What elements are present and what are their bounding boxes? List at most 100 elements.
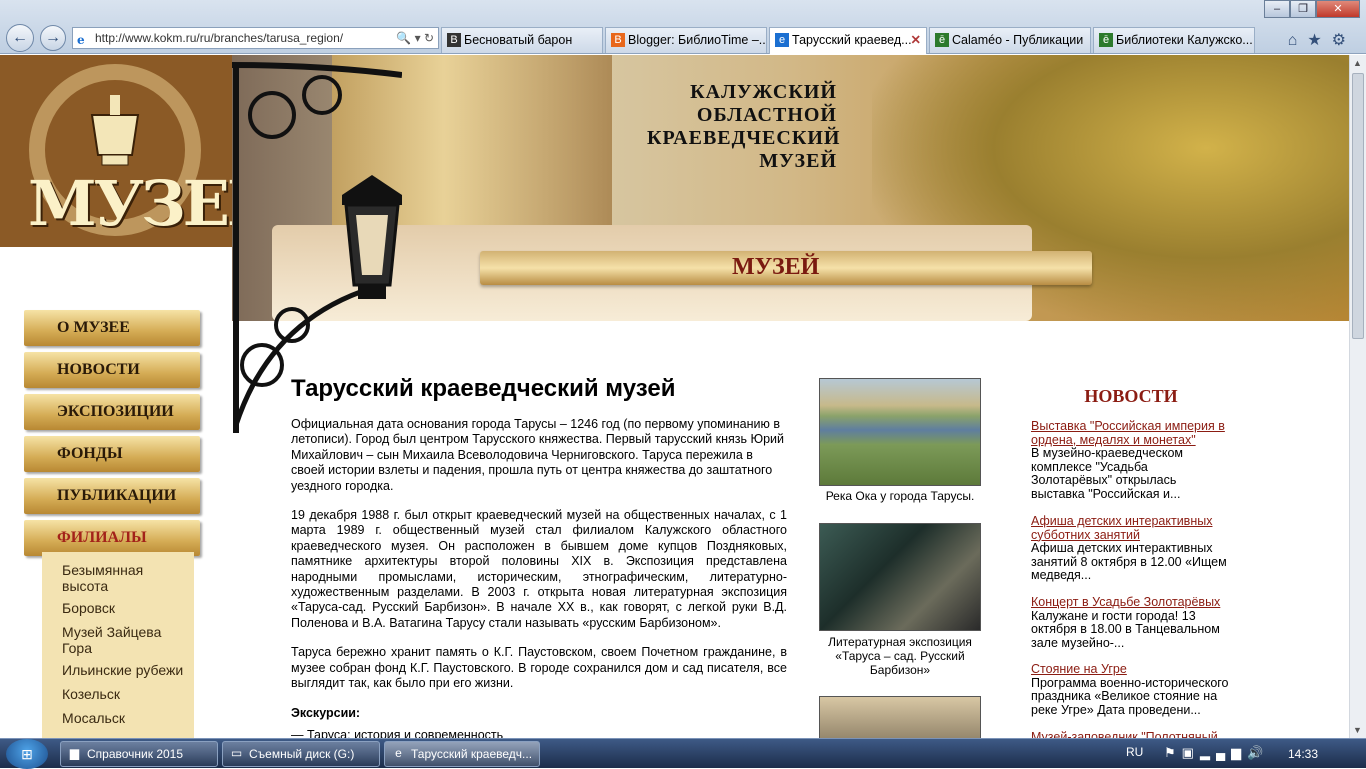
window-controls: – ❐ ✕ [1264,0,1360,18]
tab-favicon-icon: ē [1099,33,1113,47]
submenu-link[interactable]: Козельск [62,686,192,702]
taskbar: ⊞ ▆ Справочник 2015 ▭ Съемный диск (G:) e Тар… [0,738,1366,769]
device-icon[interactable]: ▣ [1182,745,1200,760]
news-title-link[interactable]: Афиша детских интерактивных субботних за… [1031,514,1231,542]
maximize-button[interactable]: ❐ [1290,0,1316,18]
nav-menu-item[interactable]: ЭКСПОЗИЦИИ [24,394,200,430]
browser-tab[interactable]: B Бесноватый барон [441,27,603,53]
news-item: Афиша детских интерактивных субботних за… [1031,514,1231,583]
paragraph: Таруса бережно хранит память о К.Г. Паус… [291,645,787,691]
tab-label: Тарусский краевед... [792,33,912,47]
photo-literary-exposition[interactable] [819,523,981,631]
network-signal-icon[interactable]: ▂▄▆ [1200,745,1247,760]
taskbar-button[interactable]: ▭ Съемный диск (G:) [222,741,380,767]
news-item: Музей-заповедник "Полотняный [1031,730,1231,738]
submenu-link[interactable]: Боровск [62,600,192,616]
submenu-panel: Безымянная высота Боровск Музей Зайцева Го… [42,552,194,738]
taskbar-app-icon: e [395,746,402,760]
tab-label: Бесноватый барон [464,33,573,47]
nav-menu-item[interactable]: НОВОСТИ [24,352,200,388]
tab-favicon-icon: e [775,33,789,47]
news-heading: НОВОСТИ [1084,386,1178,406]
news-excerpt: Калужане и гости города! 13 октября в 18… [1031,608,1220,650]
submenu-link[interactable]: Ильинские рубежи [62,662,192,678]
museum-logo[interactable]: МУЗЕЙ [0,55,285,247]
main-content: Тарусский краеведческий музей Официальна… [291,375,787,738]
browser-tab[interactable]: ē Библиотеки Калужско... [1093,27,1255,53]
start-button[interactable]: ⊞ [6,739,48,769]
browser-tab[interactable]: e Тарусский краевед... ✕ [769,27,927,54]
address-bar[interactable]: e http://www.kokm.ru/ru/branches/tarusa_… [72,27,439,49]
paragraph: Официальная дата основания города Тарусы… [291,417,784,493]
news-item: Стояние на Угре Программа военно-историче… [1031,662,1231,717]
flag-icon[interactable]: ⚑ [1164,745,1182,760]
news-excerpt: Афиша детских интерактивных занятий 8 ок… [1031,541,1227,583]
favorites-star-icon[interactable]: ★ [1307,32,1331,49]
scrollbar-thumb[interactable] [1352,73,1364,339]
volume-icon[interactable]: 🔊 [1247,745,1269,760]
browser-chrome: – ❐ ✕ ← → e http://www.kokm.ru/ru/branch… [0,0,1366,54]
news-item: Концерт в Усадьбе Золотарёвых Калужане и … [1031,595,1231,650]
taskbar-app-icon: ▭ [230,746,243,760]
browser-tab[interactable]: ē Calaméo - Публикации [929,27,1091,53]
browser-tab[interactable]: B Blogger: БиблиоTime –... [605,27,767,53]
ie-icon: e [77,33,85,47]
close-window-button[interactable]: ✕ [1316,0,1360,18]
ribbon-label: МУЗЕЙ [732,254,820,280]
vertical-scrollbar[interactable]: ▲ ▼ [1349,55,1366,738]
museum-name-line: КРАЕВЕДЧЕСКИЙ [647,127,841,149]
page-title: Тарусский краеведческий музей [291,375,676,402]
taskbar-label: Тарусский краеведч... [411,747,533,761]
address-url: http://www.kokm.ru/ru/branches/tarusa_re… [95,31,344,45]
taskbar-button[interactable]: ▆ Справочник 2015 [60,741,218,767]
museum-name-line: ОБЛАСТНОЙ [696,104,837,126]
photo-caption: Литературная экспозиция «Таруса – сад. Р… [828,635,972,677]
news-title-link[interactable]: Выставка "Российская империя в ордена, м… [1031,419,1231,447]
address-tools-icon[interactable]: 🔍 ▾ ↻ [396,28,434,48]
tab-favicon-icon: B [611,33,625,47]
scroll-down-icon[interactable]: ▼ [1353,725,1362,735]
scroll-up-icon[interactable]: ▲ [1353,58,1362,68]
back-arrow-icon: ← [12,29,28,46]
nav-menu-item[interactable]: ФИЛИАЛЫ [24,520,200,556]
home-icon[interactable]: ⌂ [1288,32,1308,49]
news-title-link[interactable]: Стояние на Угре [1031,662,1231,677]
tab-favicon-icon: ē [935,33,949,47]
nav-menu-item[interactable]: ФОНДЫ [24,436,200,472]
excursions-heading: Экскурсии: [291,705,361,720]
submenu-link[interactable]: Безымянная высота [62,562,192,594]
paragraph: 19 декабря 1988 г. был открыт краеведчес… [291,508,787,630]
nav-menu-item[interactable]: ПУБЛИКАЦИИ [24,478,200,514]
museum-name-line: КАЛУЖСКИЙ [690,81,837,103]
tab-label: Библиотеки Калужско... [1116,33,1253,47]
excursion-item: — Таруса: история и современность [291,727,504,739]
submenu-link[interactable]: Музей Зайцева Гора [62,624,192,656]
submenu-link[interactable]: Мосальск [62,710,192,726]
taskbar-button[interactable]: e Тарусский краеведч... [384,741,540,767]
toolbar-icons[interactable]: ⌂★⚙ [1288,30,1356,50]
news-title-link[interactable]: Концерт в Усадьбе Золотарёвых [1031,595,1231,610]
close-tab-icon[interactable]: ✕ [911,28,921,52]
forward-button[interactable]: → [40,25,66,51]
clock: 14:33 [1288,747,1319,761]
settings-gear-icon[interactable]: ⚙ [1332,32,1356,49]
photo-third[interactable] [819,696,981,738]
minimize-button[interactable]: – [1264,0,1290,18]
news-excerpt: Программа военно-исторического праздника… [1031,675,1229,717]
news-excerpt: В музейно-краеведческом комплексе "Усадь… [1031,446,1184,501]
language-indicator[interactable]: RU [1126,745,1143,759]
photo-caption: Река Ока у города Тарусы. [825,489,975,503]
tab-label: Blogger: БиблиоTime –... [628,33,767,47]
system-tray: RU ⚑▣▂▄▆🔊 14:33 [1116,739,1366,769]
forward-arrow-icon: → [45,29,61,46]
museum-name: КАЛУЖСКИЙ ОБЛАСТНОЙ КРАЕВЕДЧЕСКИЙ МУЗЕЙ [647,81,841,173]
tab-label: Calaméo - Публикации [952,33,1084,47]
news-title-link[interactable]: Музей-заповедник "Полотняный [1031,730,1231,738]
taskbar-app-icon: ▆ [69,746,80,760]
photo-oka-river[interactable] [819,378,981,486]
windows-logo-icon: ⊞ [21,746,33,762]
nav-menu-item[interactable]: О МУЗЕЕ [24,310,200,346]
taskbar-label: Съемный диск (G:) [249,747,355,761]
tray-icons[interactable]: ⚑▣▂▄▆🔊 [1164,745,1269,761]
back-button[interactable]: ← [6,24,34,52]
